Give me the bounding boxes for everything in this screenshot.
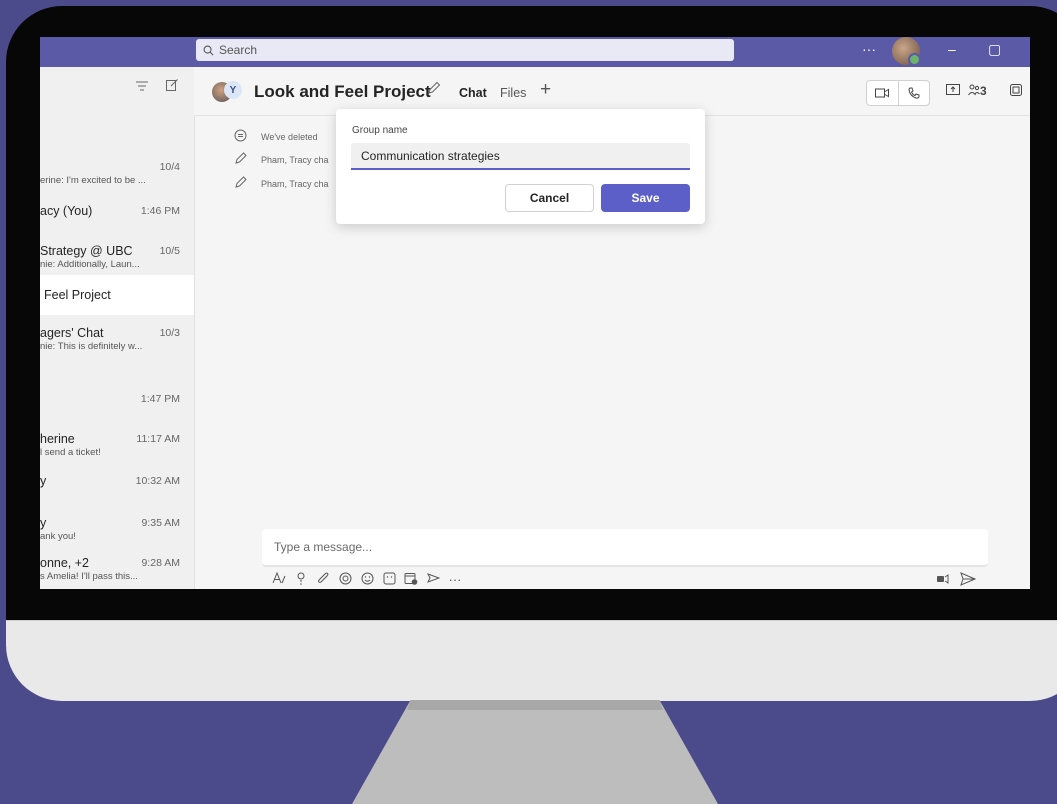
chat-list-header bbox=[136, 79, 178, 94]
send-controls bbox=[936, 572, 977, 589]
format-icon[interactable] bbox=[268, 571, 290, 588]
chat-time: 10/5 bbox=[159, 245, 180, 257]
list-item[interactable]: acy (You) 1:46 PM bbox=[40, 201, 194, 225]
list-item[interactable]: herine 11:17 AM l send a ticket! bbox=[40, 429, 194, 463]
emoji-icon[interactable] bbox=[356, 572, 378, 588]
chat-name: Feel Project bbox=[44, 288, 111, 302]
chat-name: y bbox=[40, 516, 47, 530]
share-screen-icon[interactable] bbox=[946, 84, 960, 98]
edit-name-icon[interactable] bbox=[427, 81, 441, 99]
send-icon[interactable] bbox=[960, 572, 977, 589]
title-bar: Search ··· – ▢ bbox=[40, 37, 1030, 67]
chat-time: 11:17 AM bbox=[136, 433, 180, 445]
list-item[interactable]: 1:47 PM bbox=[40, 389, 194, 413]
chat-list: 10/4 erine: I'm excited to be ... acy (Y… bbox=[40, 67, 195, 589]
chat-time: 1:46 PM bbox=[140, 205, 180, 217]
rename-group-dialog: Group name Cancel Save bbox=[336, 109, 705, 224]
list-item[interactable]: 10/4 erine: I'm excited to be ... bbox=[40, 157, 194, 191]
chat-time: 10:32 AM bbox=[135, 475, 180, 487]
monitor-chin bbox=[6, 620, 1057, 701]
list-item[interactable]: y 9:35 AM ank you! bbox=[40, 513, 194, 547]
chat-preview: nie: This is definitely w... bbox=[40, 341, 143, 352]
search-bar[interactable]: Search bbox=[196, 39, 734, 61]
save-button[interactable]: Save bbox=[601, 184, 690, 212]
activity-text: Pham, Tracy cha bbox=[261, 155, 329, 165]
chat-preview: s Amelia! I'll pass this... bbox=[40, 571, 138, 582]
chat-time: 9:28 AM bbox=[141, 557, 180, 569]
more-actions-icon[interactable]: ··· bbox=[444, 572, 466, 588]
page-title: Look and Feel Project bbox=[254, 82, 431, 101]
search-placeholder: Search bbox=[219, 43, 258, 57]
avatar[interactable] bbox=[892, 37, 921, 66]
list-item[interactable]: y 10:32 AM bbox=[40, 471, 194, 501]
activity-line: Pham, Tracy cha bbox=[233, 176, 329, 192]
more-apps-icon[interactable] bbox=[1010, 84, 1022, 99]
minimize-icon[interactable]: – bbox=[948, 41, 956, 57]
chat-preview: ank you! bbox=[40, 531, 76, 542]
filter-icon[interactable] bbox=[136, 79, 148, 94]
group-name-label: Group name bbox=[352, 125, 408, 136]
monitor-stand bbox=[352, 700, 718, 804]
chat-name: onne, +2 bbox=[40, 556, 90, 570]
people-icon[interactable] bbox=[968, 84, 980, 99]
chat-name: acy (You) bbox=[40, 204, 93, 218]
chat-name: herine bbox=[40, 432, 75, 446]
chat-time: 10/3 bbox=[159, 327, 180, 339]
more-options-icon[interactable]: ··· bbox=[862, 41, 876, 57]
chat-name: Strategy @ UBC bbox=[40, 244, 133, 258]
praise-icon[interactable] bbox=[422, 572, 444, 588]
chat-name: y bbox=[40, 474, 47, 488]
phone-call-icon[interactable] bbox=[899, 81, 930, 105]
chat-time: 1:47 PM bbox=[140, 393, 180, 405]
chat-preview: erine: I'm excited to be ... bbox=[40, 175, 146, 186]
search-icon bbox=[203, 45, 214, 55]
activity-text: Pham, Tracy cha bbox=[261, 179, 329, 189]
message-input[interactable] bbox=[262, 529, 988, 565]
attach-icon[interactable] bbox=[312, 572, 334, 588]
chat-time: 9:35 AM bbox=[141, 517, 180, 529]
chat-bubble-icon bbox=[233, 129, 247, 145]
activity-text: We've deleted bbox=[261, 132, 318, 142]
group-avatar-initial: Y bbox=[224, 81, 242, 99]
list-item[interactable]: onne, +2 9:28 AM s Amelia! I'll pass thi… bbox=[40, 553, 194, 587]
schedule-meeting-icon[interactable] bbox=[400, 572, 422, 588]
loop-icon[interactable] bbox=[334, 572, 356, 588]
audio-icon[interactable] bbox=[936, 572, 950, 589]
important-icon[interactable] bbox=[290, 572, 312, 588]
cancel-button[interactable]: Cancel bbox=[505, 184, 594, 212]
list-item-selected[interactable]: Feel Project bbox=[40, 275, 194, 315]
list-item[interactable]: agers' Chat 10/3 nie: This is definitely… bbox=[40, 323, 194, 357]
activity-line: Pham, Tracy cha bbox=[233, 152, 329, 168]
restore-icon[interactable]: ▢ bbox=[988, 41, 1001, 58]
activity-line: We've deleted bbox=[233, 129, 318, 145]
call-buttons bbox=[866, 80, 930, 106]
teams-window: Search ··· – ▢ 10/4 erine: I'm excited t… bbox=[40, 37, 1030, 589]
pencil-icon bbox=[233, 152, 247, 168]
new-chat-icon[interactable] bbox=[166, 79, 178, 94]
participant-count: 3 bbox=[980, 84, 987, 98]
tab-chat[interactable]: Chat bbox=[459, 86, 487, 114]
video-call-icon[interactable] bbox=[867, 81, 899, 105]
message-composer bbox=[262, 529, 988, 567]
group-name-input[interactable] bbox=[351, 143, 690, 170]
tab-files[interactable]: Files bbox=[500, 86, 526, 100]
chat-name: agers' Chat bbox=[40, 326, 104, 340]
chat-preview: l send a ticket! bbox=[40, 447, 101, 458]
add-tab-icon[interactable]: + bbox=[540, 80, 551, 99]
composer-toolbar: ··· bbox=[268, 571, 466, 588]
chat-preview: nie: Additionally, Laun... bbox=[40, 259, 140, 270]
list-item[interactable]: Strategy @ UBC 10/5 nie: Additionally, L… bbox=[40, 241, 194, 275]
chat-time: 10/4 bbox=[159, 161, 180, 173]
sticker-icon[interactable] bbox=[378, 572, 400, 588]
pencil-icon bbox=[233, 176, 247, 192]
